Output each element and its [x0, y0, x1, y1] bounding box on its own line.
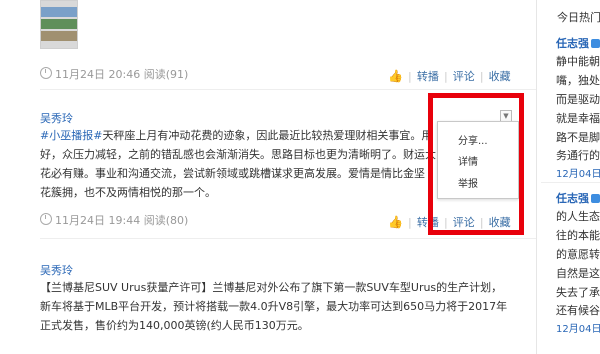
comment-link[interactable]: 评论 [453, 70, 475, 83]
post-image-thumbnail[interactable] [40, 0, 78, 49]
post-2-text-line-1: #小巫播报#天秤座上月有冲动花费的迹象，因此最近比较热爱理财相关事宜。用 [40, 129, 433, 142]
post-1-time: 11月24日 20:46 [55, 68, 141, 81]
sidebar-divider [541, 182, 600, 183]
verified-icon [591, 194, 600, 203]
sidebar-entry-2-line: 的意愿转 [556, 248, 600, 261]
post-3-text-line-2: 新车将基于MLB平台开发，预计将搭载一款4.0升V8引擎，最大功率可达到650马… [40, 300, 508, 313]
sidebar-entry-1-date[interactable]: 12月04日 [556, 165, 600, 180]
post-2-text-line-2: 好，众压力减轻，之前的错乱感也会渐渐消失。思路目标也更为清晰明了。财运大 [40, 148, 436, 161]
clock-icon [40, 213, 52, 225]
sidebar-entry-1-line: 路不是脚 [556, 131, 600, 144]
highlight-box [428, 93, 524, 235]
sidebar-entry-1-line: 嘴，独处 [556, 74, 600, 87]
post-divider [40, 238, 536, 239]
post-1-read-count: 阅读(91) [143, 68, 189, 81]
verified-icon [591, 39, 600, 48]
post-2-meta: 11月24日 19:44 阅读(80) [40, 212, 188, 228]
post-1-actions: 👍 | 转播 | 评论 | 收藏 [388, 65, 511, 84]
post-2-text-line-3: 花必有赚。事业和沟通交流，尝试新领域或跳槽谋求更高发展。爱情是情比金坚 [40, 167, 425, 180]
sidebar-title: 今日热门 [557, 11, 600, 24]
separator: | [479, 70, 484, 83]
sidebar-entry-2-line: 的人生态 [556, 210, 600, 223]
clock-icon [40, 67, 52, 79]
post-2-text-line-4: 花簇拥，也不及两情相悦的那一个。 [40, 186, 216, 199]
sidebar-entry-2-author[interactable]: 任志强 [556, 190, 600, 206]
post-divider [40, 89, 536, 90]
hashtag-link[interactable]: #小巫播报# [40, 129, 102, 142]
sidebar-entry-2-line: 自然是这 [556, 267, 600, 280]
post-2-author[interactable]: 吴秀玲 [40, 110, 73, 126]
post-3-text-line-1: 【兰博基尼SUV Urus获量产许可】兰博基尼对外公布了旗下第一款SUV车型Ur… [40, 281, 503, 294]
post-3-author[interactable]: 吴秀玲 [40, 262, 73, 278]
sidebar-entry-1-line: 就是幸福 [556, 112, 600, 125]
separator: | [408, 216, 412, 229]
sidebar-entry-2-line: 还有候谷 [556, 304, 600, 317]
sidebar-entry-1-line: 而是驱动 [556, 93, 600, 106]
collect-link[interactable]: 收藏 [489, 70, 511, 83]
sidebar: 今日热门 任志强 静中能朝 嘴，独处 而是驱动 就是幸福 路不是脚 务通行的 1… [537, 0, 600, 354]
sidebar-entry-2-line: 往的本能 [556, 229, 600, 242]
sidebar-entry-2-line: 失去了承 [556, 286, 600, 299]
post-3-text-line-3: 正式发售，售价约为140,000英镑(约人民币130万元。 [40, 319, 309, 332]
separator: | [408, 70, 412, 83]
thumbs-up-icon[interactable]: 👍 [388, 69, 403, 83]
sidebar-entry-1-author[interactable]: 任志强 [556, 35, 600, 51]
post-1-meta: 11月24日 20:46 阅读(91) [40, 66, 188, 82]
forward-link[interactable]: 转播 [417, 70, 439, 83]
separator: | [443, 70, 448, 83]
post-2-read-count: 阅读(80) [143, 214, 189, 227]
sidebar-entry-2-date[interactable]: 12月04日 [556, 320, 600, 335]
thumbs-up-icon[interactable]: 👍 [388, 215, 403, 229]
sidebar-entry-1-line: 务通行的 [556, 149, 600, 162]
sidebar-entry-1-line: 静中能朝 [556, 55, 600, 68]
post-2-time: 11月24日 19:44 [55, 214, 141, 227]
